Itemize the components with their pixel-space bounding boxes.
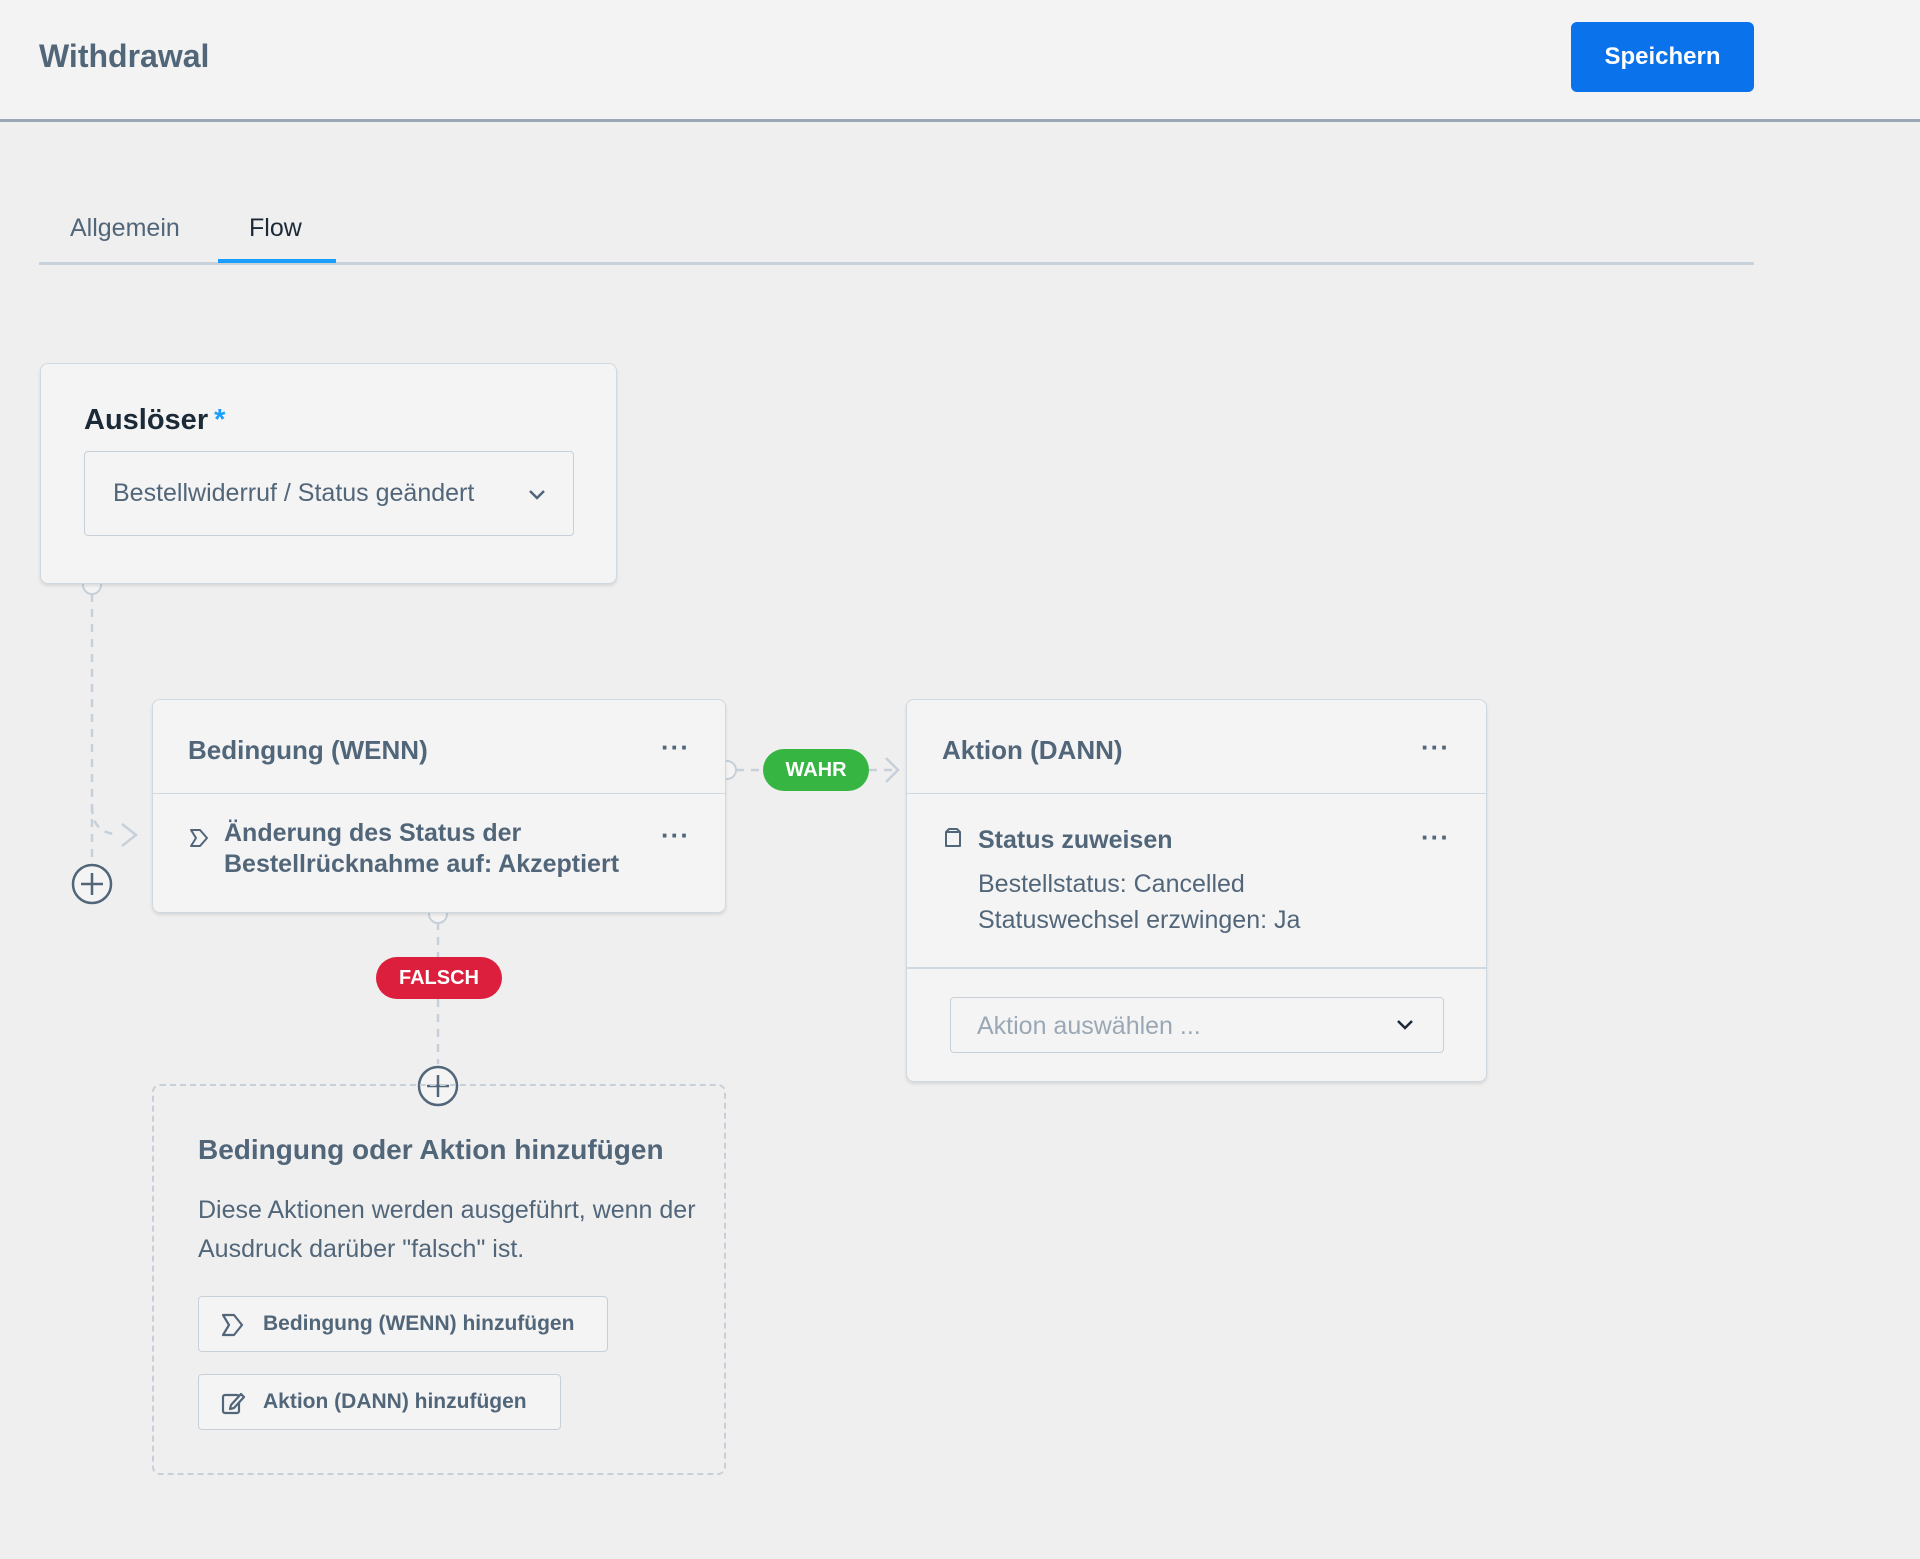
action-select[interactable]: Aktion auswählen ... — [950, 997, 1444, 1053]
false-branch-placeholder: Bedingung oder Aktion hinzufügen Diese A… — [152, 1084, 726, 1475]
action-select-placeholder: Aktion auswählen ... — [977, 1012, 1201, 1040]
more-icon[interactable]: ··· — [661, 734, 690, 760]
chevron-down-icon — [1397, 1020, 1413, 1030]
required-mark: * — [214, 404, 226, 436]
save-button[interactable]: Speichern — [1571, 22, 1754, 92]
tab-bar: Allgemein Flow — [39, 200, 1754, 265]
more-icon[interactable]: ··· — [1421, 824, 1450, 850]
condition-title: Bedingung (WENN) — [188, 735, 428, 765]
active-tab-indicator — [218, 259, 336, 263]
trigger-card: Auslöser * Bestellwiderruf / Status geänd… — [40, 363, 617, 584]
condition-card-header: Bedingung (WENN) ··· — [153, 700, 725, 794]
chevron-down-icon — [529, 490, 545, 500]
edit-icon — [221, 1392, 246, 1415]
action-card-header: Aktion (DANN) ··· — [907, 700, 1486, 794]
status-icon — [945, 828, 961, 847]
divider — [907, 967, 1486, 969]
top-bar: Withdrawal Speichern — [0, 0, 1920, 122]
add-action-button[interactable]: Aktion (DANN) hinzufügen — [198, 1374, 561, 1430]
false-branch-badge: FALSCH — [376, 957, 502, 999]
action-item-title[interactable]: Status zuweisen — [978, 826, 1173, 855]
tab-flow[interactable]: Flow — [249, 214, 302, 243]
condition-rule-text[interactable]: Änderung des Status der Bestellrücknahme… — [224, 818, 644, 880]
action-card: Aktion (DANN) ··· Status zuweisen ··· Be… — [906, 699, 1487, 1082]
trigger-label-text: Auslöser — [84, 404, 209, 436]
condition-icon — [190, 829, 208, 847]
trigger-select-value: Bestellwiderruf / Status geändert — [113, 479, 475, 507]
action-title: Aktion (DANN) — [942, 735, 1123, 765]
add-condition-label: Bedingung (WENN) hinzufügen — [263, 1312, 575, 1335]
condition-icon — [221, 1313, 244, 1337]
trigger-label: Auslöser * — [84, 404, 225, 437]
placeholder-title: Bedingung oder Aktion hinzufügen — [198, 1134, 664, 1165]
add-action-label: Aktion (DANN) hinzufügen — [263, 1390, 527, 1413]
action-item-detail: Statuswechsel erzwingen: Ja — [978, 906, 1301, 934]
more-icon[interactable]: ··· — [1421, 734, 1450, 760]
plus-icon[interactable] — [71, 863, 113, 905]
tab-allgemein[interactable]: Allgemein — [70, 214, 180, 243]
placeholder-description: Diese Aktionen werden ausgeführt, wenn d… — [198, 1196, 696, 1263]
action-item-detail: Bestellstatus: Cancelled — [978, 870, 1245, 898]
true-branch-badge: WAHR — [763, 749, 869, 791]
add-condition-button[interactable]: Bedingung (WENN) hinzufügen — [198, 1296, 608, 1352]
trigger-select[interactable]: Bestellwiderruf / Status geändert — [84, 451, 574, 536]
page-title: Withdrawal — [39, 38, 210, 74]
condition-card: Bedingung (WENN) ··· Änderung des Status… — [152, 699, 726, 913]
more-icon[interactable]: ··· — [661, 822, 690, 848]
